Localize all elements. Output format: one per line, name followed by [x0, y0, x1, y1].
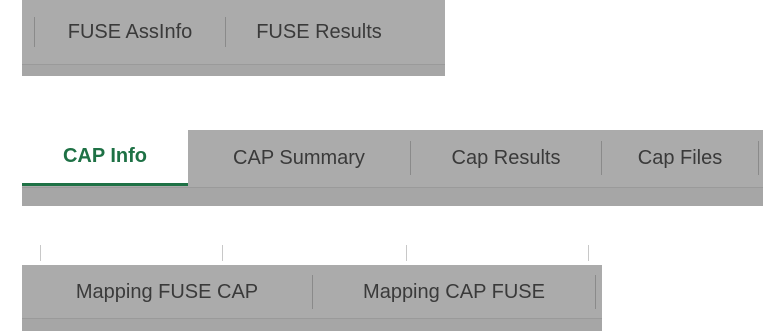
- tab-cap-info[interactable]: CAP Info: [22, 130, 188, 186]
- tab-fuse-assinfo[interactable]: FUSE AssInfo: [35, 0, 225, 64]
- tab-cap-results[interactable]: Cap Results: [411, 130, 601, 186]
- tick-mark: [40, 245, 41, 261]
- tab-cap-files[interactable]: Cap Files: [602, 130, 758, 186]
- sheet-tabs: FUSE AssInfo FUSE Results: [22, 0, 445, 64]
- sheet-tabs: CAP Info CAP Summary Cap Results Cap Fil…: [22, 130, 763, 186]
- tab-separator: [758, 141, 759, 175]
- tick-mark: [588, 245, 589, 261]
- tab-mapping-cap-fuse[interactable]: Mapping CAP FUSE: [313, 265, 595, 319]
- column-tick-marks: [22, 245, 602, 265]
- tab-fuse-results[interactable]: FUSE Results: [226, 0, 412, 64]
- tab-separator: [595, 275, 596, 309]
- sheet-tab-bar-1: FUSE AssInfo FUSE Results: [22, 0, 445, 76]
- tab-bar-base: [22, 64, 445, 76]
- tab-bar-base: [22, 187, 763, 206]
- tab-bar-base: [22, 318, 602, 331]
- sheet-tab-bar-3: Mapping FUSE CAP Mapping CAP FUSE: [22, 265, 602, 331]
- tick-mark: [406, 245, 407, 261]
- tick-mark: [222, 245, 223, 261]
- tab-cap-summary[interactable]: CAP Summary: [188, 130, 410, 186]
- sheet-tab-bar-2: CAP Info CAP Summary Cap Results Cap Fil…: [22, 130, 763, 206]
- sheet-tabs: Mapping FUSE CAP Mapping CAP FUSE: [22, 265, 602, 319]
- tab-mapping-fuse-cap[interactable]: Mapping FUSE CAP: [22, 265, 312, 319]
